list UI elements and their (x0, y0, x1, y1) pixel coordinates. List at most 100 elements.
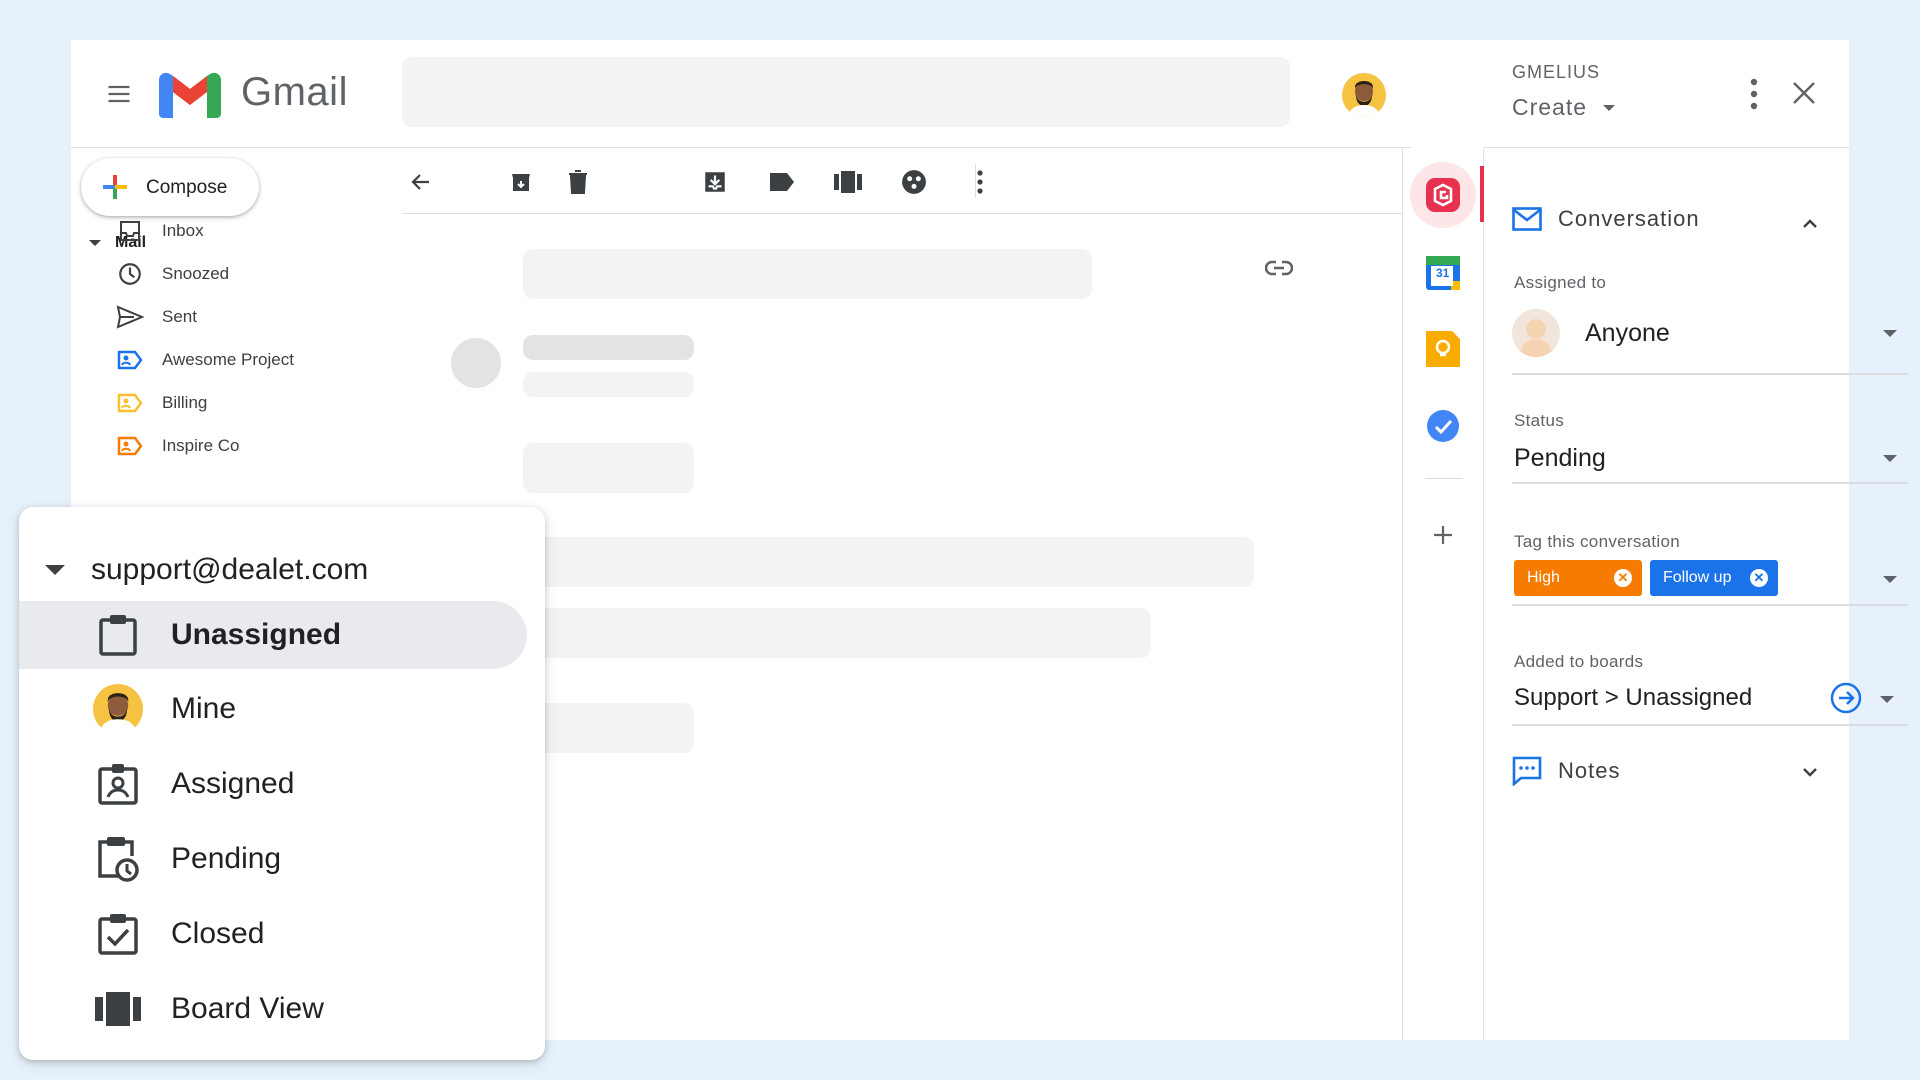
status-value: Pending (1514, 444, 1606, 472)
status-select[interactable]: Pending (1512, 438, 1908, 484)
dropdown-caret-icon (1883, 576, 1897, 583)
remove-tag-icon[interactable]: ✕ (1750, 569, 1768, 587)
remove-tag-icon[interactable]: ✕ (1614, 569, 1632, 587)
nav-item-label: Sent (162, 307, 197, 326)
boards-value: Support > Unassigned (1514, 684, 1753, 711)
board-icon[interactable] (834, 168, 862, 196)
keep-addon-button[interactable] (1410, 316, 1476, 382)
nav-item-label: Awesome Project (162, 350, 294, 369)
nav-item-sent[interactable]: Sent (116, 302, 197, 332)
clock-icon (116, 260, 144, 288)
gmelius-brand: GMELIUS (1512, 62, 1601, 82)
delete-icon[interactable] (564, 168, 592, 196)
mail-icon (1512, 207, 1542, 231)
conversation-section-header[interactable]: Conversation (1512, 206, 1700, 232)
boards-select[interactable]: Support > Unassigned (1512, 678, 1908, 726)
assigned-to-select[interactable]: Anyone (1512, 307, 1908, 375)
gmelius-addon-button[interactable] (1410, 162, 1476, 228)
nav-item-label: Inbox (162, 221, 204, 240)
tasks-addon-button[interactable] (1410, 393, 1476, 459)
tag-chip-follow-up[interactable]: Follow up ✕ (1650, 560, 1778, 596)
label-icon (116, 432, 144, 460)
calendar-day: 31 (1436, 266, 1450, 280)
assigned-badge-icon (93, 759, 143, 809)
popup-item-label: Unassigned (171, 618, 342, 651)
body-placeholder (523, 703, 694, 753)
popup-item-unassigned[interactable]: Unassigned (19, 601, 527, 669)
tags-select[interactable]: High ✕ Follow up ✕ (1512, 560, 1908, 606)
send-icon (116, 303, 144, 331)
conversation-title: Conversation (1558, 206, 1700, 231)
nav-item-inbox[interactable]: Inbox (116, 216, 204, 246)
popup-item-label: Mine (171, 692, 237, 725)
chevron-up-icon[interactable] (1800, 214, 1820, 234)
back-arrow-icon[interactable] (407, 168, 435, 196)
link-icon[interactable] (1265, 260, 1293, 276)
gmail-logo-icon (159, 72, 221, 118)
popup-item-label: Assigned (171, 767, 295, 800)
archive-icon[interactable] (507, 168, 535, 196)
nav-item-label: Inspire Co (162, 436, 240, 455)
popup-item-pending[interactable]: Pending (19, 825, 527, 893)
label-icon[interactable] (768, 168, 796, 196)
nav-item-awesome-project[interactable]: Awesome Project (116, 345, 294, 375)
body-placeholder (523, 443, 694, 493)
clipboard-clock-icon (93, 834, 143, 884)
move-to-inbox-icon[interactable] (701, 168, 729, 196)
board-icon (93, 984, 143, 1034)
keep-icon (1426, 331, 1460, 367)
popup-item-mine[interactable]: Mine (19, 675, 527, 743)
gmelius-panel: GMELIUS Create Conversation Assigned to … (1484, 40, 1908, 1040)
share-icon[interactable] (900, 168, 928, 196)
popup-item-board-view[interactable]: Board View (19, 975, 527, 1043)
close-icon[interactable] (1789, 78, 1819, 108)
compose-label: Compose (146, 177, 228, 198)
more-vert-icon[interactable] (966, 168, 994, 196)
notes-title: Notes (1558, 758, 1621, 783)
calendar-addon-button[interactable]: 31 (1410, 240, 1476, 306)
account-avatar[interactable] (1342, 73, 1386, 117)
tag-chip-high[interactable]: High ✕ (1514, 560, 1642, 596)
app-name: Gmail (241, 70, 348, 114)
boards-label: Added to boards (1514, 652, 1644, 671)
hamburger-menu-icon[interactable] (105, 80, 133, 108)
gmelius-header: GMELIUS Create (1484, 40, 1849, 148)
sender-email-placeholder (523, 372, 694, 397)
message-toolbar (402, 148, 1402, 214)
create-label: Create (1512, 94, 1588, 120)
label-icon (116, 346, 144, 374)
collapse-caret-icon (89, 240, 101, 246)
tag-label: High (1527, 569, 1560, 586)
compose-button[interactable]: Compose (81, 158, 259, 216)
notes-section-header[interactable]: Notes (1512, 756, 1620, 786)
dropdown-caret-icon (1883, 455, 1897, 462)
shared-inbox-account: support@dealet.com (91, 553, 369, 586)
popup-item-assigned[interactable]: Assigned (19, 750, 527, 818)
nav-item-snoozed[interactable]: Snoozed (116, 259, 229, 289)
addon-rail: 31 (1402, 148, 1484, 1040)
create-dropdown[interactable]: Create (1512, 94, 1616, 121)
avatar (93, 684, 143, 734)
nav-item-billing[interactable]: Billing (116, 388, 207, 418)
add-icon (1434, 526, 1452, 544)
clipboard-icon (93, 610, 143, 660)
compose-plus-icon (103, 175, 127, 199)
nav-item-inspire-co[interactable]: Inspire Co (116, 431, 239, 461)
assigned-to-label: Assigned to (1514, 273, 1607, 292)
popup-item-label: Pending (171, 842, 282, 875)
search-bar[interactable] (402, 57, 1290, 127)
popup-item-closed[interactable]: Closed (19, 900, 527, 968)
dropdown-caret-icon (1880, 696, 1894, 703)
subject-placeholder (523, 249, 1092, 299)
more-vert-icon[interactable] (1742, 76, 1766, 112)
gmelius-icon (1426, 178, 1460, 212)
go-to-board-icon[interactable] (1830, 682, 1862, 714)
add-addon-button[interactable] (1410, 502, 1476, 568)
tag-label: Follow up (1663, 569, 1732, 586)
sender-avatar-placeholder (451, 338, 501, 388)
rail-divider (1425, 478, 1463, 479)
tasks-icon (1427, 410, 1459, 442)
shared-inbox-header[interactable]: support@dealet.com (45, 553, 368, 587)
user-placeholder-avatar (1512, 309, 1560, 357)
chevron-down-icon[interactable] (1800, 762, 1820, 782)
